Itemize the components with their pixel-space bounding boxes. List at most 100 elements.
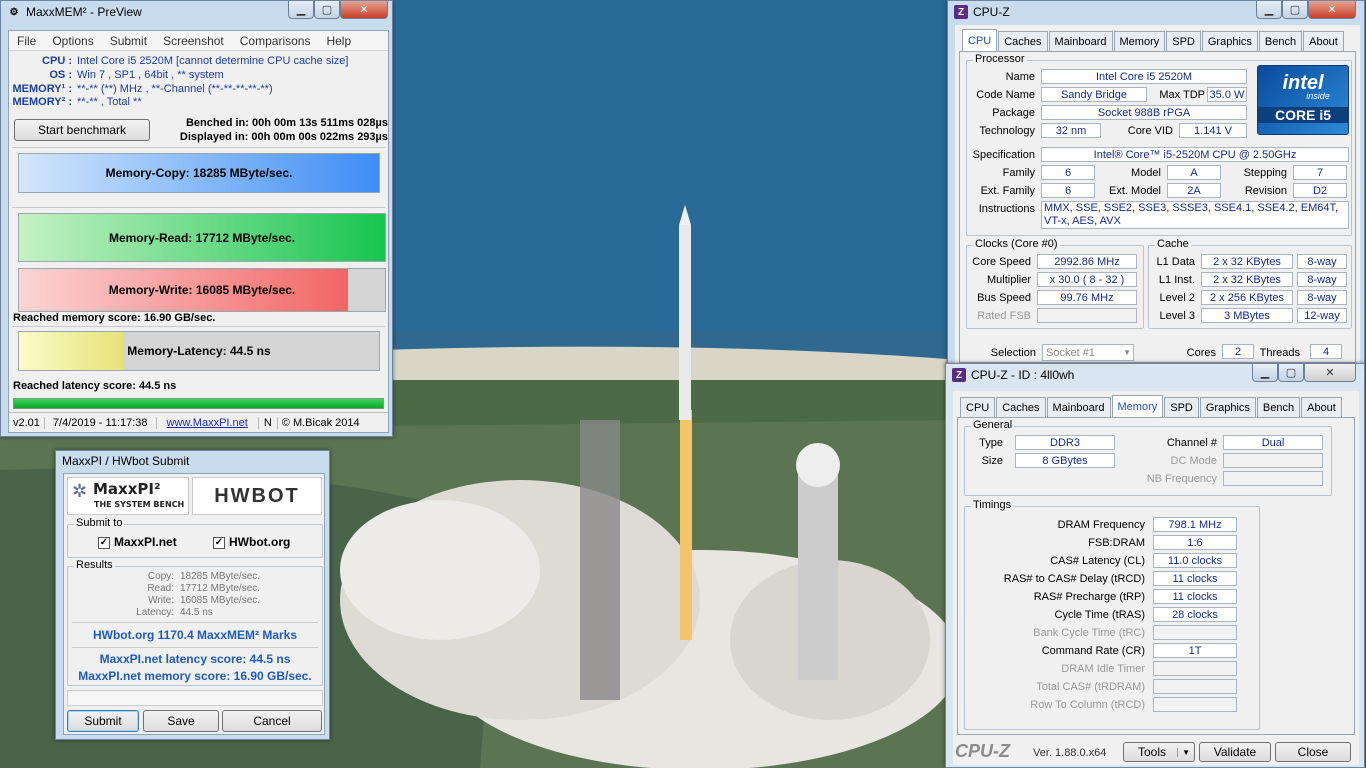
timing-label: RAS# Precharge (tRP) — [1033, 591, 1145, 603]
tab-graphics[interactable]: Graphics — [1199, 397, 1256, 417]
memory-panel: General Type DDR3 Size 8 GBytes Channel … — [957, 417, 1355, 735]
gear-icon: ⚙ — [9, 6, 19, 18]
results-group: Results Copy: 18285 MByte/sec. Read: 177… — [67, 559, 323, 686]
maximize-button[interactable]: ▢ — [314, 1, 340, 19]
tab-memory[interactable]: Memory — [1111, 395, 1164, 417]
minimize-button[interactable]: ▁ — [1256, 1, 1282, 19]
timing-value — [1153, 697, 1237, 712]
memory-read-bar: Memory-Read: 17712 MByte/sec. — [18, 213, 386, 262]
close-button[interactable]: ✕ — [340, 1, 388, 19]
menu-bar: File Options Submit Screenshot Compariso… — [9, 31, 388, 51]
memory1-label: MEMORY¹ : — [12, 83, 72, 95]
level3-label: Level 3 — [1159, 310, 1195, 322]
cpu-label: CPU : — [42, 55, 72, 67]
save-button[interactable]: Save — [143, 710, 219, 732]
tab-mainboard[interactable]: Mainboard — [1046, 397, 1111, 417]
package-value: Socket 988B rPGA — [1041, 105, 1247, 120]
copy-text: Memory-Copy: 18285 MByte/sec. — [105, 166, 293, 180]
tab-cpu[interactable]: CPU — [960, 397, 996, 417]
start-benchmark-button[interactable]: Start benchmark — [14, 119, 150, 141]
stepping-label: Stepping — [1243, 167, 1287, 179]
timings-label: Timings — [971, 499, 1014, 511]
codename-value: Sandy Bridge — [1041, 87, 1147, 102]
model-label: Model — [1131, 167, 1161, 179]
dc-mode-label: DC Mode — [1170, 455, 1217, 467]
level3-value: 3 MBytes — [1201, 308, 1293, 323]
version-text: v2.01 — [9, 416, 45, 429]
menu-screenshot[interactable]: Screenshot — [155, 34, 232, 48]
submit-button[interactable]: Submit — [67, 710, 139, 732]
timing-label: Row To Column (tRCD) — [1030, 699, 1145, 711]
socket-select[interactable]: Socket #1 ▼ — [1042, 344, 1134, 361]
tab-caches[interactable]: Caches — [998, 31, 1048, 51]
menu-comparisons[interactable]: Comparisons — [232, 34, 319, 48]
minimize-button[interactable]: ▁ — [288, 1, 314, 19]
menu-file[interactable]: File — [9, 34, 44, 48]
cpuz-memory-client: CPU Caches Mainboard Memory SPD Graphics… — [953, 391, 1359, 765]
timing-label: DRAM Frequency — [1057, 519, 1145, 531]
tab-bench[interactable]: Bench — [1256, 397, 1301, 417]
website-link[interactable]: www.MaxxPI.net — [157, 416, 259, 429]
menu-submit[interactable]: Submit — [102, 34, 155, 48]
tab-about[interactable]: About — [1303, 31, 1344, 51]
clocks-group: Clocks (Core #0) Core Speed 2992.86 MHz … — [966, 238, 1144, 329]
memory-latency-bar: Memory-Latency: 44.5 ns — [18, 331, 380, 371]
status-field — [67, 690, 323, 706]
timing-value — [1153, 679, 1237, 694]
max-tdp-value: 35.0 W — [1207, 87, 1247, 102]
package-label: Package — [992, 107, 1035, 119]
tab-about[interactable]: About — [1301, 397, 1342, 417]
close-button[interactable]: ✕ — [1308, 1, 1356, 19]
processor-group: Processor Name Intel Core i5 2520M Code … — [966, 53, 1352, 236]
date-text: 7/4/2019 - 11:17:38 — [45, 416, 157, 429]
tools-button[interactable]: Tools ▼ — [1123, 742, 1195, 762]
close-app-button[interactable]: Close — [1275, 742, 1351, 762]
memory-write-bar: Memory-Write: 16085 MByte/sec. — [18, 268, 386, 312]
tab-spd[interactable]: SPD — [1164, 397, 1199, 417]
latency-text: Memory-Latency: 44.5 ns — [127, 344, 271, 358]
intel-core-i5-logo: intel inside CORE i5 — [1257, 65, 1349, 135]
cpuz-cpu-client: CPU Caches Mainboard Memory SPD Graphics… — [955, 25, 1360, 365]
l1-inst-label: L1 Inst. — [1158, 274, 1195, 286]
maxxpi-checkbox[interactable]: ✓ — [98, 536, 110, 549]
cancel-button[interactable]: Cancel — [222, 710, 322, 732]
hwbot-titlebar[interactable]: MaxxPI / HWbot Submit — [56, 451, 329, 471]
selection-label: Selection — [990, 347, 1036, 359]
maxxpi-option[interactable]: ✓ MaxxPI.net — [98, 535, 177, 549]
hwbot-checkbox[interactable]: ✓ — [213, 536, 225, 549]
cpuz-title: CPU-Z — [973, 5, 1010, 19]
tab-bench[interactable]: Bench — [1258, 31, 1303, 51]
cpuz-memory-tabs: CPU Caches Mainboard Memory SPD Graphics… — [960, 395, 1343, 417]
minimize-button[interactable]: ▁ — [1252, 364, 1278, 382]
progress-bar — [13, 398, 384, 409]
result-key: Latency: — [136, 607, 174, 618]
tools-label: Tools — [1138, 745, 1167, 759]
menu-options[interactable]: Options — [44, 34, 101, 48]
maximize-button[interactable]: ▢ — [1278, 364, 1304, 382]
timing-label: DRAM Idle Timer — [1061, 663, 1145, 675]
tab-memory[interactable]: Memory — [1113, 31, 1166, 51]
cpu-value: Intel Core i5 2520M [cannot determine CP… — [77, 55, 349, 67]
hwbot-option[interactable]: ✓ HWbot.org — [213, 535, 290, 549]
tab-caches[interactable]: Caches — [996, 397, 1046, 417]
rated-fsb-value — [1037, 308, 1137, 323]
validate-button[interactable]: Validate — [1199, 742, 1271, 762]
cores-label: Cores — [1186, 347, 1216, 359]
timing-value: 11.0 clocks — [1153, 553, 1237, 568]
intel-logo-core: CORE i5 — [1258, 107, 1348, 123]
cpuz-brand-logo: CPU-Z — [955, 741, 1010, 761]
core-speed-value: 2992.86 MHz — [1037, 254, 1137, 269]
tab-cpu[interactable]: CPU — [962, 29, 998, 51]
tab-graphics[interactable]: Graphics — [1201, 31, 1258, 51]
memory1-value: **-** (**) MHz , **-Channel (**-**-**-**… — [77, 83, 273, 95]
bus-speed-value: 99.76 MHz — [1037, 290, 1137, 305]
maxxpi-logo: ✲ MaxxPI² THE SYSTEM BENCH — [67, 477, 189, 515]
tab-mainboard[interactable]: Mainboard — [1048, 31, 1113, 51]
timing-value — [1153, 625, 1237, 640]
n-indicator: N — [259, 416, 278, 429]
maximize-button[interactable]: ▢ — [1282, 1, 1308, 19]
menu-help[interactable]: Help — [318, 34, 359, 48]
close-button[interactable]: ✕ — [1304, 364, 1356, 382]
timing-label: Total CAS# (tRDRAM) — [1036, 681, 1145, 693]
tab-spd[interactable]: SPD — [1166, 31, 1201, 51]
